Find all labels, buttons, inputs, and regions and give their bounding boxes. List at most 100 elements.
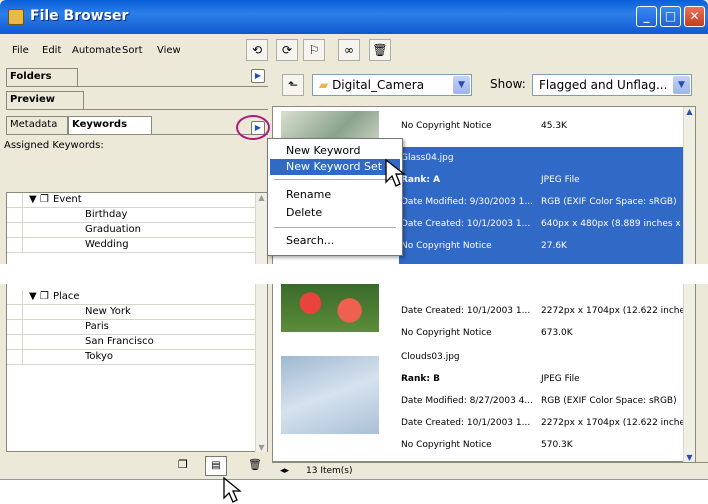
folder-icon: ▼ ❐ xyxy=(29,194,49,205)
chevron-down-icon[interactable]: ▼ xyxy=(673,76,690,94)
title-bar[interactable]: File Browser _ □ ✕ xyxy=(0,0,708,34)
rotate-ccw-icon[interactable]: ⟲ xyxy=(246,39,268,61)
show-label: Show: xyxy=(490,77,526,91)
metadata-keywords-tabbar: Metadata Keywords xyxy=(6,116,268,135)
keyword-checkbox[interactable] xyxy=(7,193,23,208)
files-scrollbar[interactable]: ▲ xyxy=(683,107,695,264)
files-scrollbar[interactable]: ▼ xyxy=(683,284,695,462)
scroll-down-icon[interactable]: ▼ xyxy=(684,453,695,462)
folder-icon: ▰ xyxy=(319,78,329,92)
file-rank: Rank: B JPEG File xyxy=(401,374,580,384)
new-keyword-icon[interactable]: ▤ xyxy=(205,456,227,476)
tab-folders[interactable]: Folders xyxy=(6,68,78,86)
menu-new-keyword[interactable]: New Keyword xyxy=(270,143,400,159)
keyword-group-place[interactable]: ▼ ❐ Place xyxy=(7,290,257,305)
trash-icon[interactable]: 🗑 xyxy=(248,458,262,471)
flag-icon[interactable]: ⚐ xyxy=(303,39,325,61)
binoculars-icon[interactable]: ∞ xyxy=(338,39,360,61)
menu-search[interactable]: Search... xyxy=(270,233,400,249)
rotate-cw-icon[interactable]: ⟳ xyxy=(276,39,298,61)
file-modified: Date Modified: 9/30/2003 1... RGB (EXIF C… xyxy=(401,197,677,207)
keyword-label: San Francisco xyxy=(85,336,154,347)
close-button[interactable]: ✕ xyxy=(684,6,705,27)
keyword-checkbox[interactable] xyxy=(7,335,23,350)
show-filter-value: Flagged and Unflag... xyxy=(539,78,668,92)
left-pane: Folders ▶ Preview Metadata Keywords ▶ As… xyxy=(0,64,270,264)
keywords-scrollbar[interactable]: ▼ xyxy=(255,284,267,452)
keyword-item[interactable]: Tokyo xyxy=(7,350,257,365)
menu-edit[interactable]: Edit xyxy=(42,45,61,56)
scroll-up-icon[interactable]: ▲ xyxy=(256,193,267,202)
menu-separator xyxy=(274,227,396,228)
folder-icon: ▼ ❐ xyxy=(29,291,49,302)
mouse-pointer-icon xyxy=(385,158,406,187)
keyword-checkbox[interactable] xyxy=(7,305,23,320)
menu-file[interactable]: File xyxy=(12,45,29,56)
window-title: File Browser xyxy=(30,8,129,24)
file-row: No Copyright Notice 673.0K xyxy=(401,328,573,338)
file-browser-window-bottom: ▼ ❐ Place New York Paris San Francisco T… xyxy=(0,284,708,480)
keyword-label: Wedding xyxy=(85,239,129,250)
keyword-item[interactable]: New York xyxy=(7,305,257,320)
keyword-group-event[interactable]: ▼ ❐ Event xyxy=(7,193,257,208)
file-rank: Rank: A JPEG File xyxy=(401,175,580,185)
folders-tabbar: Folders xyxy=(6,68,268,87)
keyword-label: Paris xyxy=(85,321,109,332)
folder-up-icon[interactable]: ⬑ xyxy=(282,74,304,96)
keyword-item[interactable]: Graduation xyxy=(7,223,257,238)
file-name[interactable]: Glass04.jpg xyxy=(401,153,697,163)
keyword-checkbox[interactable] xyxy=(7,208,23,223)
scroll-up-icon[interactable]: ▲ xyxy=(684,107,695,116)
folders-flyout-button[interactable]: ▶ xyxy=(251,69,265,83)
menu-separator xyxy=(274,179,396,180)
keyword-checkbox[interactable] xyxy=(7,223,23,238)
menu-new-keyword-set[interactable]: New Keyword Set xyxy=(270,159,400,175)
keyword-item[interactable]: San Francisco xyxy=(7,335,257,350)
thumbnail-flowers[interactable] xyxy=(281,284,379,332)
keywords-list-bottom: ▼ ❐ Place New York Paris San Francisco T… xyxy=(6,284,268,452)
file-created: Date Created: 10/1/2003 1... 2272px x 170… xyxy=(401,418,696,428)
file-browser-app-icon xyxy=(8,9,24,25)
keyword-label: Graduation xyxy=(85,224,141,235)
keyword-item[interactable]: Wedding xyxy=(7,238,257,253)
file-created: Date Created: 10/1/2003 1... 640px x 480p… xyxy=(401,219,693,229)
keyword-item[interactable]: Paris xyxy=(7,320,257,335)
keyword-item[interactable]: Birthday xyxy=(7,208,257,223)
keyword-label: New York xyxy=(85,306,131,317)
folder-select[interactable]: ▰ Digital_Camera ▼ xyxy=(312,74,472,96)
new-folder-icon[interactable]: ❐ xyxy=(178,458,188,471)
menu-automate[interactable]: Automate xyxy=(72,45,121,56)
keywords-context-menu: New Keyword New Keyword Set Rename Delet… xyxy=(267,138,403,256)
file-modified: Date Modified: 8/27/2003 4... RGB (EXIF C… xyxy=(401,396,677,406)
thumbnail-clouds[interactable] xyxy=(281,356,379,434)
menu-delete[interactable]: Delete xyxy=(270,205,400,221)
file-row: No Copyright Notice 45.3K xyxy=(401,121,567,131)
assigned-keywords-label: Assigned Keywords: xyxy=(4,140,104,151)
show-filter-select[interactable]: Flagged and Unflag... ▼ xyxy=(532,74,692,96)
keyword-checkbox[interactable] xyxy=(7,350,23,365)
callout-highlight-circle xyxy=(236,115,270,140)
minimize-button[interactable]: _ xyxy=(636,6,657,27)
menu-sort[interactable]: Sort xyxy=(122,45,143,56)
menu-view[interactable]: View xyxy=(157,45,181,56)
keywords-scrollbar[interactable]: ▲ xyxy=(255,193,267,264)
status-bar: ◂▸ 13 Item(s) xyxy=(272,462,708,479)
preview-tabbar: Preview xyxy=(6,91,268,110)
mouse-pointer-icon xyxy=(223,476,242,503)
expand-arrows-icon[interactable]: ◂▸ xyxy=(280,463,289,479)
keyword-checkbox[interactable] xyxy=(7,238,23,253)
scroll-down-icon[interactable]: ▼ xyxy=(256,443,267,452)
keyword-label: Tokyo xyxy=(85,351,113,362)
file-name[interactable]: Clouds03.jpg xyxy=(401,352,697,362)
tab-preview[interactable]: Preview xyxy=(6,91,84,109)
trash-icon[interactable]: 🗑 xyxy=(369,39,391,61)
tab-keywords[interactable]: Keywords xyxy=(68,116,152,134)
file-copyright: No Copyright Notice 27.6K xyxy=(401,241,567,251)
file-row: Date Created: 10/1/2003 1... 2272px x 170… xyxy=(401,306,696,316)
keyword-checkbox[interactable] xyxy=(7,320,23,335)
tab-metadata[interactable]: Metadata xyxy=(6,116,68,134)
maximize-button[interactable]: □ xyxy=(660,6,681,27)
menu-rename[interactable]: Rename xyxy=(270,187,400,203)
keyword-checkbox[interactable] xyxy=(7,290,23,305)
chevron-down-icon[interactable]: ▼ xyxy=(453,76,470,94)
